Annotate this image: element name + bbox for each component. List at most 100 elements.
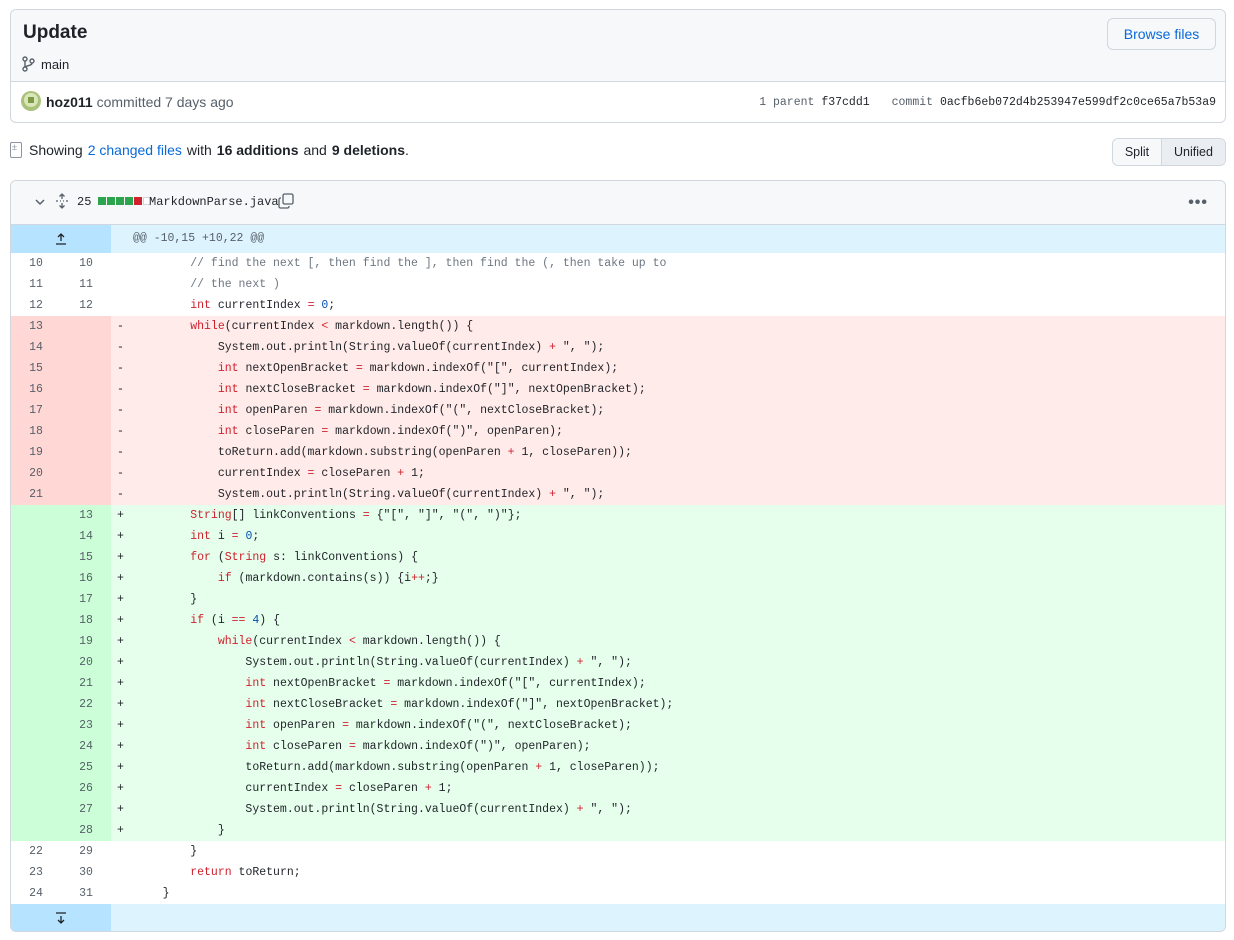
new-line-number[interactable] [61,316,111,337]
old-line-number[interactable] [11,778,61,799]
old-line-number[interactable] [11,799,61,820]
new-line-number[interactable]: 12 [61,295,111,316]
new-line-number[interactable]: 30 [61,862,111,883]
diff-sign: - [117,425,124,438]
new-line-number[interactable]: 23 [61,715,111,736]
copy-icon[interactable] [278,193,294,209]
old-line-number[interactable] [11,715,61,736]
summary-showing: Showing [29,142,83,158]
diff-line-added: 22 + int nextCloseBracket = markdown.inde… [11,694,1225,715]
diffstat-square-add [107,197,115,205]
author-name[interactable]: hoz011 [46,94,93,110]
old-line-number[interactable] [11,652,61,673]
browse-files-button[interactable]: Browse files [1107,18,1216,50]
new-line-number[interactable]: 10 [61,253,111,274]
old-line-number[interactable]: 10 [11,253,61,274]
code-text: while(currentIndex < markdown.length()) … [217,635,501,648]
new-line-number[interactable] [61,421,111,442]
old-line-number[interactable] [11,757,61,778]
new-line-number[interactable] [61,463,111,484]
diff-line-context: 12 12 int currentIndex = 0; [11,295,1225,316]
unified-view-button[interactable]: Unified [1162,139,1225,165]
old-line-number[interactable] [11,568,61,589]
old-line-number[interactable]: 14 [11,337,61,358]
old-line-number[interactable]: 24 [11,883,61,904]
new-line-number[interactable]: 21 [61,673,111,694]
commit-header: Update main Browse files hoz011 committe… [10,9,1226,123]
diff-sign: + [117,551,124,564]
diffstat-square-add [98,197,106,205]
expand-down-button[interactable] [11,904,111,931]
old-line-number[interactable]: 15 [11,358,61,379]
expand-all-icon[interactable] [55,193,69,209]
old-line-number[interactable]: 22 [11,841,61,862]
new-line-number[interactable]: 24 [61,736,111,757]
new-line-number[interactable] [61,442,111,463]
old-line-number[interactable] [11,547,61,568]
diff-line-added: 20 + System.out.println(String.valueOf(cu… [11,652,1225,673]
diff-line-deleted: 15 - int nextOpenBracket = markdown.index… [11,358,1225,379]
old-line-number[interactable]: 13 [11,316,61,337]
new-line-number[interactable]: 11 [61,274,111,295]
old-line-number[interactable] [11,694,61,715]
kebab-menu-icon[interactable]: ••• [1188,194,1208,212]
branch-name[interactable]: main [41,57,69,72]
split-view-button[interactable]: Split [1113,139,1162,165]
new-line-number[interactable]: 25 [61,757,111,778]
code-text: System.out.println(String.valueOf(curren… [135,341,605,354]
new-line-number[interactable]: 13 [61,505,111,526]
new-line-number[interactable] [61,379,111,400]
old-line-number[interactable] [11,526,61,547]
old-line-number[interactable] [11,631,61,652]
new-line-number[interactable] [61,358,111,379]
new-line-number[interactable] [61,337,111,358]
old-line-number[interactable] [11,589,61,610]
old-line-number[interactable]: 11 [11,274,61,295]
old-line-number[interactable] [11,820,61,841]
new-line-number[interactable]: 15 [61,547,111,568]
new-line-number[interactable]: 16 [61,568,111,589]
old-line-number[interactable]: 17 [11,400,61,421]
new-line-number[interactable]: 29 [61,841,111,862]
old-line-number[interactable]: 12 [11,295,61,316]
old-line-number[interactable]: 18 [11,421,61,442]
old-line-number[interactable] [11,673,61,694]
old-line-number[interactable] [11,610,61,631]
new-line-number[interactable] [61,484,111,505]
git-branch-icon [22,56,35,72]
new-line-number[interactable]: 27 [61,799,111,820]
diff-line-context: 23 30 return toReturn; [11,862,1225,883]
old-line-number[interactable]: 21 [11,484,61,505]
old-line-number[interactable] [11,505,61,526]
diff-sign: + [117,656,124,669]
hunk-header: @@ -10,15 +10,22 @@ [11,225,1225,253]
new-line-number[interactable]: 19 [61,631,111,652]
new-line-number[interactable]: 26 [61,778,111,799]
commit-title-bar: Update main Browse files [11,10,1225,82]
branch-indicator[interactable]: main [21,56,69,72]
new-line-number[interactable]: 31 [61,883,111,904]
old-line-number[interactable]: 23 [11,862,61,883]
old-line-number[interactable]: 19 [11,442,61,463]
old-line-number[interactable]: 20 [11,463,61,484]
new-line-number[interactable]: 20 [61,652,111,673]
old-line-number[interactable]: 16 [11,379,61,400]
code-text: if (i == 4) { [190,614,280,627]
new-line-number[interactable]: 14 [61,526,111,547]
expand-up-button[interactable] [11,225,111,253]
diff-line-deleted: 21 - System.out.println(String.valueOf(cu… [11,484,1225,505]
new-line-number[interactable]: 17 [61,589,111,610]
code-text: int openParen = markdown.indexOf("(", ne… [217,404,605,417]
old-line-number[interactable] [11,736,61,757]
new-line-number[interactable] [61,400,111,421]
new-line-number[interactable]: 22 [61,694,111,715]
chevron-down-icon[interactable] [33,195,47,209]
diff-sign: - [117,488,124,501]
diff-body: @@ -10,15 +10,22 @@ 10 10 // find the nex… [11,225,1225,931]
new-line-number[interactable]: 28 [61,820,111,841]
changed-files-link[interactable]: 2 changed files [88,142,182,158]
file-name-link[interactable]: MarkdownParse.java [149,195,279,209]
new-line-number[interactable]: 18 [61,610,111,631]
parent-sha-link[interactable]: f37cdd1 [821,96,869,109]
avatar[interactable] [21,91,41,111]
